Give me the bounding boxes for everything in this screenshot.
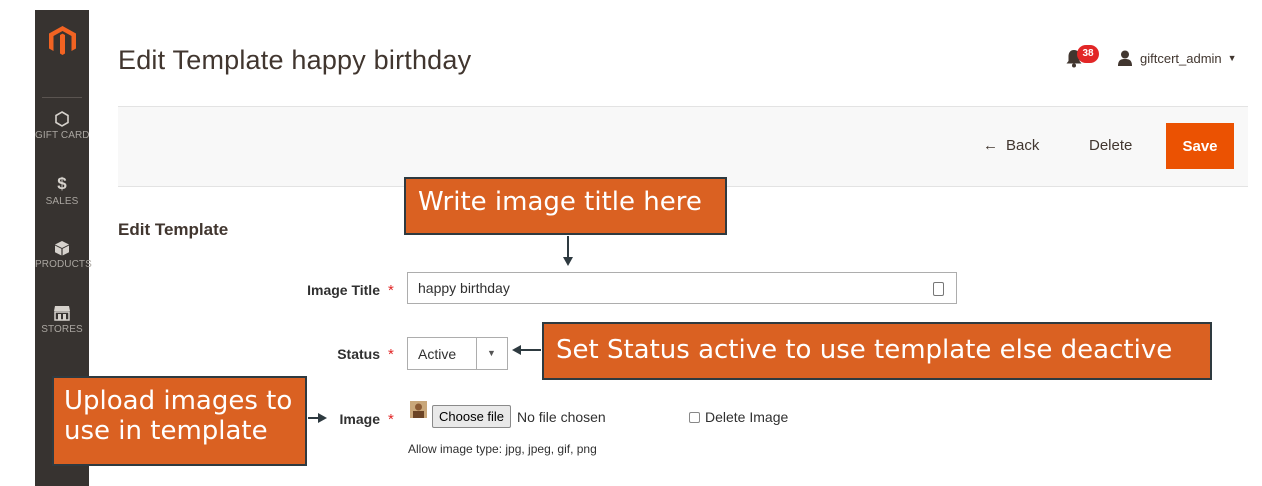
arrow-left-icon xyxy=(512,345,541,355)
arrow-right-icon xyxy=(308,413,327,423)
callout-arrows xyxy=(308,236,573,423)
arrow-down-icon xyxy=(563,236,573,266)
